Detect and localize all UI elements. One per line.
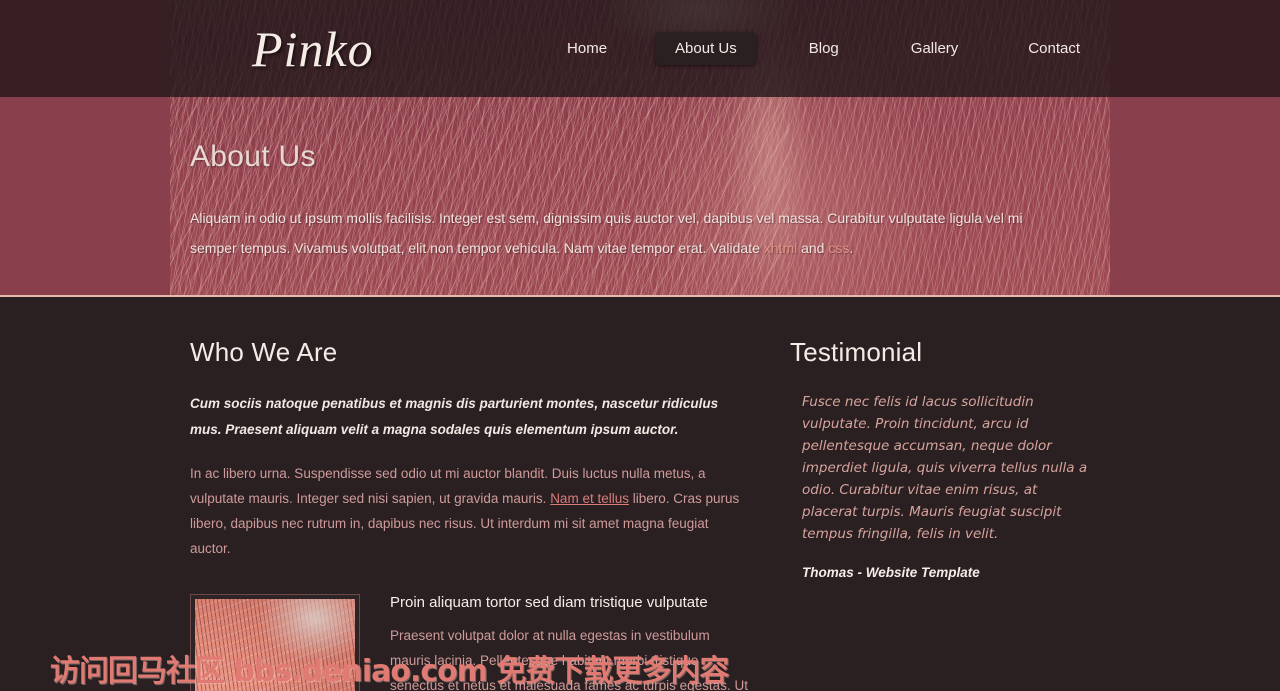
hero-section: About Us Aliquam in odio ut ipsum mollis… [170,97,1110,263]
article-block: Proin aliquam tortor sed diam tristique … [190,594,750,691]
site-logo[interactable]: Pinko [170,24,374,74]
banner-inner: Pinko Home About Us Blog Gallery Contact… [170,0,1110,295]
nav-item-home[interactable]: Home [547,32,627,65]
testimonial-author: Thomas - Website Template [802,565,980,580]
css-validate-link[interactable]: css [828,240,849,256]
article-thumbnail-image [195,599,355,691]
banner: Pinko Home About Us Blog Gallery Contact… [0,0,1280,297]
who-we-are-body: In ac libero urna. Suspendisse sed odio … [190,461,750,561]
testimonial-quote: Fusce nec felis id lacus sollicitudin vu… [802,394,1088,542]
main-content: Who We Are Cum sociis natoque penatibus … [170,297,1110,691]
nav-item-about-us[interactable]: About Us [655,32,757,65]
who-we-are-lead: Cum sociis natoque penatibus et magnis d… [190,396,719,437]
article-text: Praesent volutpat dolor at nulla egestas… [390,628,748,691]
hero-text-period: . [849,240,854,256]
site-header: Pinko Home About Us Blog Gallery Contact [170,0,1110,97]
nam-et-tellus-link[interactable]: Nam et tellus [550,491,629,506]
main-navigation: Home About Us Blog Gallery Contact [547,32,1110,65]
article-body: Proin aliquam tortor sed diam tristique … [360,594,750,691]
xhtml-validate-link[interactable]: xhtml [764,240,797,256]
hero-text-conjunction: and [797,240,829,256]
nav-item-gallery[interactable]: Gallery [891,32,979,65]
testimonial-heading: Testimonial [790,337,923,367]
right-column: Testimonial Fusce nec felis id lacus sol… [770,337,1090,691]
page-title: About Us [190,140,316,173]
left-column: Who We Are Cum sociis natoque penatibus … [170,337,770,691]
nav-item-contact[interactable]: Contact [1008,32,1100,65]
hero-description: Aliquam in odio ut ipsum mollis facilisi… [190,203,1042,263]
who-we-are-heading: Who We Are [190,337,338,367]
hero-text-lead: Aliquam in odio ut ipsum mollis facilisi… [190,210,1023,256]
nav-item-blog[interactable]: Blog [789,32,859,65]
article-thumbnail[interactable] [190,594,360,691]
article-heading: Proin aliquam tortor sed diam tristique … [390,594,708,611]
